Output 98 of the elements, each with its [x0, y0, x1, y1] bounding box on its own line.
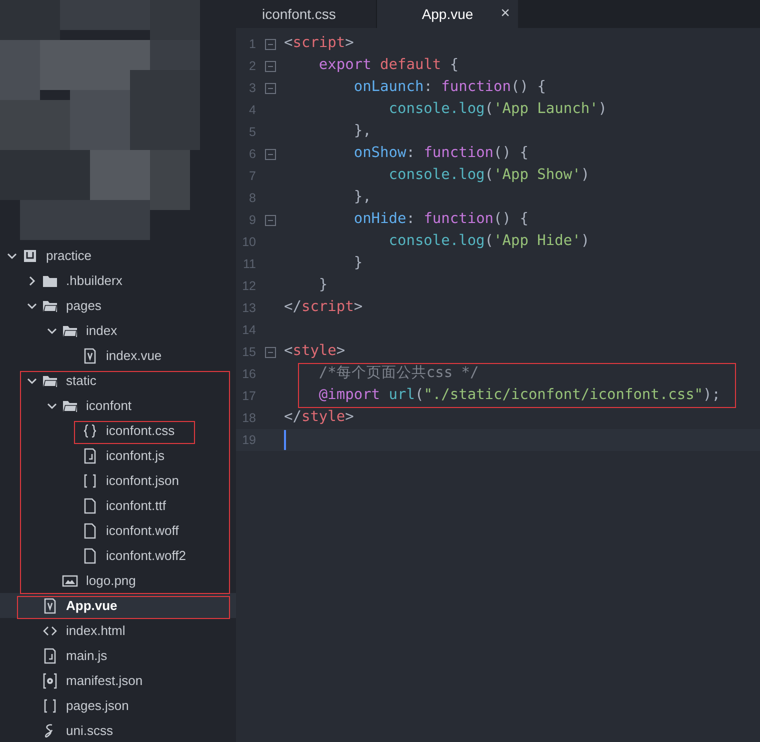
file-name: main.js [66, 646, 108, 665]
line-number: 11 [242, 256, 256, 273]
gear-icon [42, 672, 58, 688]
file-name: iconfont.js [106, 446, 165, 465]
tree-item[interactable]: index [0, 318, 236, 343]
file-name: manifest.json [66, 672, 143, 690]
tree-item[interactable]: uni.scss [0, 718, 236, 742]
line-number: 14 [241, 322, 256, 339]
document-icon [42, 648, 58, 664]
code-line: </script> [284, 298, 363, 318]
file-name: static [66, 372, 96, 390]
image-icon [62, 572, 78, 588]
brackets-icon [82, 472, 98, 488]
code-line: /*每个页面公共css */ [318, 364, 479, 384]
code-line: onHide: function() { [352, 210, 528, 230]
line-number: 1 [248, 36, 256, 53]
line-number: 15 [241, 344, 256, 361]
tree-item[interactable]: logo.png [0, 568, 236, 593]
line-number: 7 [248, 168, 256, 185]
fold-icon[interactable] [264, 148, 276, 160]
line-number: 4 [248, 102, 256, 119]
code-line: } [318, 276, 328, 296]
code-line: console.log('App Hide') [388, 232, 590, 252]
file-name: practice [46, 246, 92, 265]
tree-item[interactable]: static [0, 368, 236, 393]
line-number: 13 [241, 300, 256, 317]
code-line: </style> [284, 408, 354, 428]
line-number: 2 [248, 58, 256, 75]
file-name: index.vue [106, 346, 162, 365]
line-number: 10 [241, 234, 256, 251]
code-line: export default { [318, 56, 459, 76]
file-name: .hbuilderx [66, 272, 122, 290]
tree-item[interactable]: pages [0, 293, 236, 318]
braces-icon [82, 422, 98, 438]
editor-tab[interactable]: iconfont.css [236, 0, 377, 28]
text-cursor [284, 430, 286, 450]
file-name: pages.json [66, 696, 129, 715]
code-line: }, [352, 188, 372, 208]
file-name: iconfont.css [106, 422, 175, 440]
tree-item[interactable]: practice [0, 243, 236, 268]
tree-item[interactable]: iconfont.json [0, 468, 236, 493]
close-icon[interactable]: × [500, 2, 510, 26]
file-name: iconfont.woff2 [106, 546, 186, 565]
file-name: logo.png [86, 572, 136, 590]
document-icon [42, 598, 58, 614]
project-icon [22, 248, 38, 264]
file-name: iconfont [86, 396, 132, 415]
line-number: 5 [248, 124, 256, 141]
code-line: <script> [284, 34, 354, 54]
file-name: index [86, 322, 118, 340]
code-line: }, [352, 122, 372, 142]
line-number: 16 [241, 366, 256, 383]
file-name: uni.scss [66, 722, 113, 740]
brackets-icon [42, 698, 58, 714]
fold-icon[interactable] [264, 346, 276, 358]
code-line: <style> [284, 342, 346, 362]
file-name: iconfont.json [106, 472, 179, 490]
file-name: index.html [66, 622, 126, 640]
tree-item[interactable]: iconfont.woff2 [0, 543, 236, 568]
tree-item[interactable]: .hbuilderx [0, 268, 236, 293]
tree-item[interactable]: pages.json [0, 693, 236, 718]
code-line: console.log('App Launch') [388, 100, 608, 120]
tree-item[interactable]: index.html [0, 618, 236, 643]
tree-item[interactable]: index.vue [0, 343, 236, 368]
tree-item[interactable]: manifest.json [0, 668, 236, 693]
tree-item[interactable]: main.js [0, 643, 236, 668]
code-line: console.log('App Show') [388, 166, 590, 186]
document-icon [82, 448, 98, 464]
file-name: App.vue [66, 596, 118, 615]
fold-icon[interactable] [264, 214, 276, 226]
line-number: 8 [248, 190, 256, 207]
tree-item[interactable]: App.vue [0, 593, 236, 618]
line-number: 17 [241, 388, 256, 405]
tree-item[interactable]: iconfont [0, 393, 236, 418]
fold-icon[interactable] [264, 38, 276, 50]
line-number: 3 [248, 80, 256, 97]
tree-item[interactable]: iconfont.ttf [0, 493, 236, 518]
document-icon [82, 548, 98, 564]
document-icon [82, 522, 98, 538]
document-icon [82, 498, 98, 514]
code-line: onLaunch: function() { [352, 78, 546, 98]
file-name: iconfont.ttf [106, 496, 166, 515]
code-line: onShow: function() { [352, 144, 528, 164]
document-icon [82, 348, 98, 364]
code-line: @import url("./static/iconfont/iconfont.css"); [318, 386, 721, 406]
tree-item[interactable]: iconfont.woff [0, 518, 236, 543]
line-number: 6 [248, 146, 256, 163]
fold-icon[interactable] [264, 60, 276, 72]
line-number: 9 [248, 212, 256, 229]
fold-icon[interactable] [264, 82, 276, 94]
line-number: 18 [241, 410, 256, 427]
tree-item[interactable]: iconfont.js [0, 443, 236, 468]
line-number: 12 [241, 278, 256, 295]
tree-item[interactable]: iconfont.css [0, 418, 236, 443]
code-line: } [352, 254, 363, 274]
file-name: iconfont.woff [106, 522, 179, 540]
file-name: pages [66, 296, 102, 315]
editor-tab[interactable]: App.vue × [377, 0, 518, 28]
